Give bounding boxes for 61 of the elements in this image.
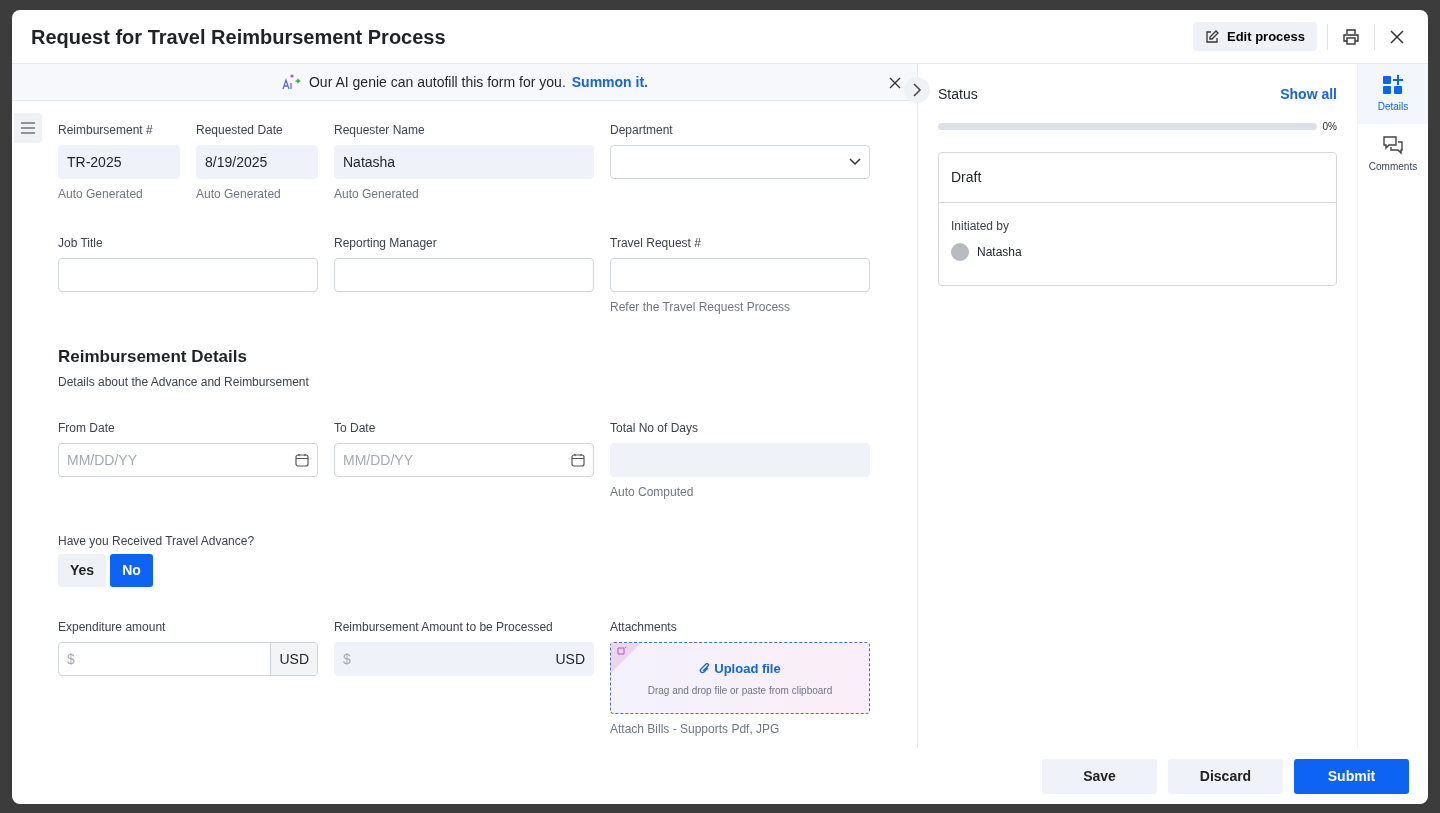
readonly-field: Natasha — [334, 145, 594, 179]
avatar-icon — [951, 243, 969, 261]
field-label: Total No of Days — [610, 420, 700, 438]
readonly-field: 8/19/2025 — [196, 145, 318, 179]
field-hint: Auto Generated — [58, 186, 144, 203]
field-label: From Date — [58, 420, 116, 438]
field-hint: Auto Computed — [610, 484, 695, 502]
ai-sparkle-icon — [281, 73, 303, 91]
edit-icon — [1204, 29, 1219, 44]
chat-bubbles-icon — [1383, 134, 1403, 155]
toggle-option[interactable]: No — [110, 554, 153, 588]
upload-file-link[interactable]: Upload file — [699, 659, 781, 679]
field-label: Have you Received Travel Advance? — [58, 533, 256, 551]
input-field[interactable] — [334, 258, 594, 292]
field-hint: Auto Generated — [334, 186, 420, 203]
section-heading: Reimbursement Details — [58, 347, 248, 368]
progress-reading: 0% — [1322, 120, 1337, 134]
show-all-link[interactable]: Show all — [1280, 84, 1337, 105]
footer-button[interactable]: Discard — [1168, 758, 1283, 794]
field-hint: Refer the Travel Request Process — [610, 299, 792, 316]
status-title: Status — [938, 85, 978, 104]
banner-text: Our AI genie can autofill this form for you. — [309, 72, 566, 92]
field-label: Reporting Manager — [334, 235, 438, 252]
initiated-label: Initiated by — [951, 218, 1011, 235]
field-label: Expenditure amount — [58, 619, 167, 637]
upload-dropzone[interactable]: Upload file Drag and drop file or paste from clipboard — [610, 642, 870, 715]
corner-sparkle-icon — [611, 643, 641, 674]
side-tab[interactable]: Details — [1358, 64, 1428, 124]
calendar-icon — [571, 453, 585, 468]
readonly-field: TR-2025 — [58, 145, 180, 179]
calendar-icon — [295, 453, 309, 468]
user-name: Natasha — [977, 244, 1022, 261]
currency-field[interactable]: $ USD — [58, 642, 318, 677]
field-hint: Attach Bills - Supports Pdf, JPG — [610, 721, 781, 739]
field-label: Reimbursement Amount to be Processed — [334, 619, 554, 637]
field-label: Reimbursement # — [58, 122, 154, 139]
toggle-option[interactable]: Yes — [58, 554, 107, 588]
field-label: Requested Date — [196, 122, 284, 139]
field-label: Department — [610, 122, 674, 139]
field-label: Job Title — [58, 235, 104, 252]
input-field[interactable] — [58, 258, 318, 292]
menu-icon[interactable] — [14, 113, 42, 143]
field-label: To Date — [334, 420, 377, 438]
section-description: Details about the Advance and Reimbursement — [58, 374, 310, 392]
field-label: Attachments — [610, 619, 678, 637]
window-title: Request for Travel Reimbursement Process — [31, 24, 447, 49]
paperclip-icon — [699, 662, 711, 675]
field-label: Requester Name — [334, 122, 426, 139]
submit-button[interactable]: Submit — [1294, 758, 1409, 794]
currency-field: $ USD — [334, 642, 594, 677]
input-field[interactable] — [610, 258, 870, 292]
upload-instructions: Drag and drop file or paste from clipboard — [647, 683, 833, 698]
dropdown-field[interactable] — [610, 145, 870, 179]
field-label: Travel Request # — [610, 235, 702, 252]
summon-link[interactable]: Summon it. — [571, 71, 648, 93]
edit-process-button[interactable]: Edit process — [1192, 21, 1317, 52]
field-hint: Auto Generated — [196, 186, 282, 203]
grid-plus-icon — [1383, 74, 1403, 95]
chevron-down-icon — [849, 158, 861, 166]
status-card-title: Draft — [939, 153, 1336, 203]
footer-button[interactable]: Save — [1042, 758, 1157, 794]
